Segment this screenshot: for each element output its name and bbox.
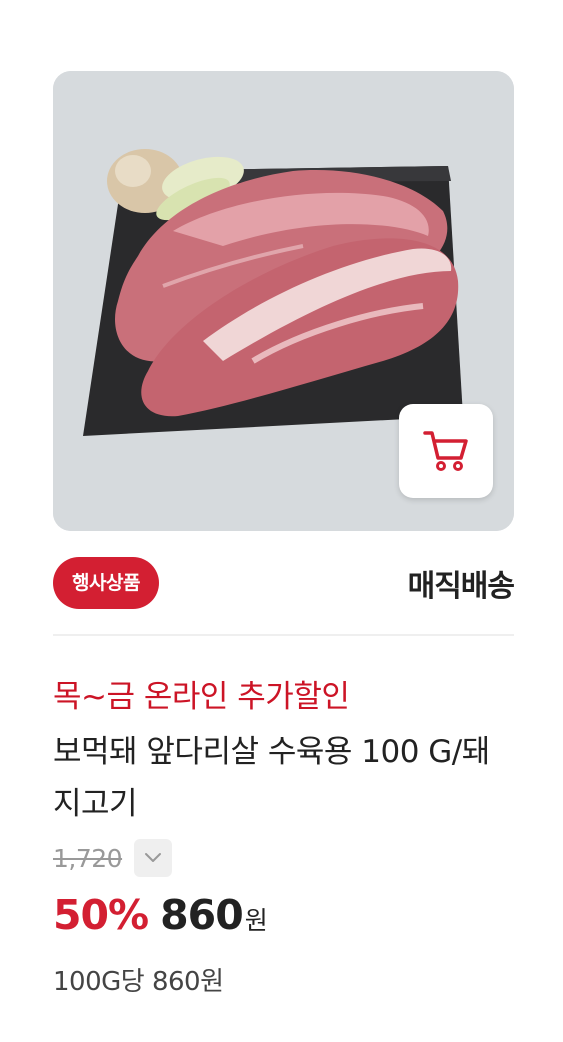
product-image[interactable] — [53, 71, 514, 531]
product-card[interactable]: 행사상품 매직배송 목~금 온라인 추가할인 보먹돼 앞다리살 수육용 100 … — [53, 71, 515, 997]
original-price: 1,720 — [53, 843, 123, 873]
delivery-label: 매직배송 — [407, 569, 515, 604]
discount-rate: 50% — [53, 891, 149, 939]
currency-label: 원 — [244, 906, 268, 935]
cart-icon — [423, 431, 468, 471]
product-name[interactable]: 보먹돼 앞다리살 수육용 100 G/돼지고기 — [53, 726, 514, 830]
divider — [53, 634, 514, 636]
chevron-down-icon — [145, 853, 162, 862]
unit-price: 100G당 860원 — [53, 967, 224, 997]
promo-text: 목~금 온라인 추가할인 — [53, 679, 350, 715]
sale-price: 860 — [160, 891, 244, 939]
add-to-cart-button[interactable] — [399, 404, 493, 498]
original-price-row: 1,720 — [53, 839, 173, 877]
sale-price-row: 50% 860 원 — [53, 891, 268, 939]
price-detail-toggle[interactable] — [134, 839, 173, 877]
meta-row: 행사상품 매직배송 — [53, 557, 515, 609]
event-badge: 행사상품 — [53, 557, 159, 609]
